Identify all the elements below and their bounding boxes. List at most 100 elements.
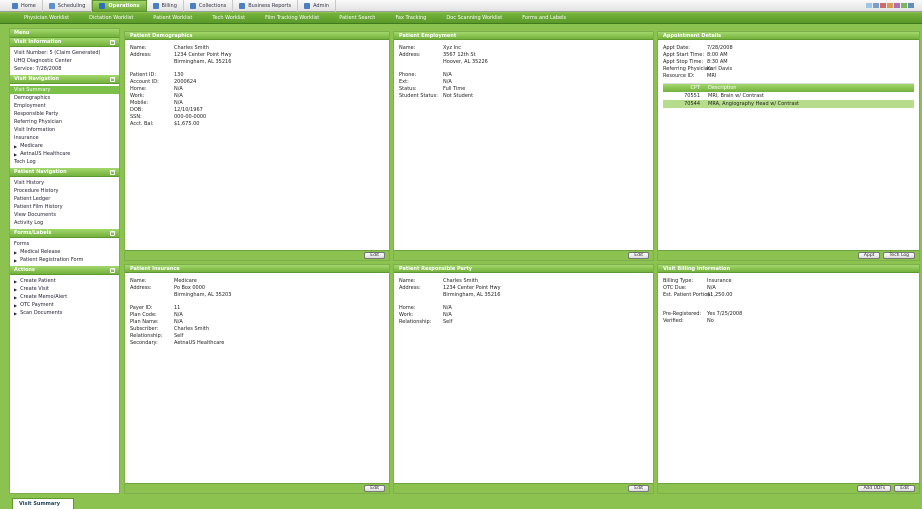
tab-home[interactable]: Home: [6, 0, 43, 12]
sidebar-item-visit-information[interactable]: Visit Information: [14, 126, 115, 134]
tab-visit-summary[interactable]: Visit Summary: [12, 498, 74, 509]
sidebar-item-insurance[interactable]: Insurance: [14, 134, 115, 142]
arrow-icon: ▶: [14, 278, 18, 284]
field-label: Work:: [130, 92, 145, 99]
action-otc-payment[interactable]: ▶ OTC Payment: [14, 301, 115, 309]
swatch[interactable]: [908, 3, 914, 8]
patient-nav-header[interactable]: Patient Navigation ^: [10, 168, 119, 177]
action-create-visit[interactable]: ▶ Create Visit: [14, 285, 115, 293]
swatch[interactable]: [894, 3, 900, 8]
cpt-row[interactable]: 70544 MRA, Angiography Head w/ Contrast: [663, 100, 914, 108]
action-scan-documents[interactable]: ▶ Scan Documents: [14, 309, 115, 317]
subnav-item-film-tracking-worklist[interactable]: Film Tracking Worklist: [265, 15, 319, 21]
swatch[interactable]: [880, 3, 886, 8]
edit-button[interactable]: Edit: [894, 485, 915, 492]
field-row: Appt Date: 7/28/2008: [663, 44, 914, 51]
sidebar-item-view-documents[interactable]: View Documents: [14, 211, 115, 219]
field-label: Appt Stop Time:: [663, 58, 704, 65]
sidebar-item-patient-film-history[interactable]: Patient Film History: [14, 203, 115, 211]
sidebar-item-label: Patient Registration Form: [20, 257, 84, 263]
sidebar-item-label: Referring Physician: [14, 119, 63, 125]
swatch[interactable]: [901, 3, 907, 8]
tab-admin[interactable]: Admin: [298, 0, 336, 12]
tab-billing[interactable]: Billing: [147, 0, 184, 12]
field-row: Referring Physician: Karl Davis: [663, 65, 914, 72]
tab-scheduling[interactable]: Scheduling: [43, 0, 93, 12]
sidebar-menu-header[interactable]: Menu: [10, 29, 119, 38]
subnav-item-patient-search[interactable]: Patient Search: [339, 15, 375, 21]
field-label: Referring Physician:: [663, 65, 713, 72]
forms-header[interactable]: Forms/Labels ^: [10, 229, 119, 238]
sidebar-item-visit-history[interactable]: Visit History: [14, 179, 115, 187]
add-udfs-button[interactable]: Add UDFs: [857, 485, 892, 492]
field-label: OTC Due:: [663, 284, 687, 291]
field-row: Resource ID: MRI: [663, 72, 914, 79]
edit-button[interactable]: Edit: [364, 485, 385, 492]
sidebar-item-patient-ledger[interactable]: Patient Ledger: [14, 195, 115, 203]
expand-arrow-icon[interactable]: ▶: [14, 152, 17, 157]
swatch[interactable]: [873, 3, 879, 8]
subnav-item-tech-worklist[interactable]: Tech Worklist: [212, 15, 245, 21]
field-value: N/A: [174, 92, 183, 99]
tab-business-reports[interactable]: Business Reports: [233, 0, 299, 12]
field-label: Billing Type:: [663, 277, 694, 284]
field-row: Work: N/A: [130, 92, 384, 99]
field-value: N/A: [174, 99, 183, 106]
expand-arrow-icon[interactable]: ▶: [14, 258, 17, 263]
field-row: Home: N/A: [130, 85, 384, 92]
sidebar-item-procedure-history[interactable]: Procedure History: [14, 187, 115, 195]
action-create-patient[interactable]: ▶ Create Patient: [14, 277, 115, 285]
subnav-item-dictation-worklist[interactable]: Dictation Worklist: [89, 15, 133, 21]
sidebar-item-visit-summary[interactable]: Visit Summary: [10, 86, 119, 94]
subnav-item-physician-worklist[interactable]: Physician Worklist: [24, 15, 69, 21]
edit-button[interactable]: Edit: [628, 485, 649, 492]
sidebar-item-medicare[interactable]: ▶ Medicare: [14, 142, 115, 150]
subnav-item-forms-and-labels[interactable]: Forms and Labels: [522, 15, 566, 21]
field-value: 1234 Center Point Hwy: [443, 284, 501, 291]
edit-button[interactable]: Edit: [364, 252, 385, 259]
sidebar: Menu Visit Information ^ Visit Number: 5 …: [9, 28, 120, 494]
billing-icon: [152, 3, 159, 9]
subnav-item-doc-scanning-worklist[interactable]: Doc Scanning Worklist: [446, 15, 502, 21]
sidebar-item-forms[interactable]: Forms: [14, 240, 115, 248]
sidebar-item-employment[interactable]: Employment: [14, 102, 115, 110]
field-value: Birmingham, AL 35216: [174, 58, 232, 65]
edit-button[interactable]: Edit: [628, 252, 649, 259]
swatch[interactable]: [887, 3, 893, 8]
swatch[interactable]: [866, 3, 872, 8]
field-row: OTC Due: N/A: [663, 284, 914, 291]
forms-section: Forms ▶ Medical Release ▶ Patient Registrati…: [10, 238, 119, 266]
collapse-icon[interactable]: ^: [110, 267, 115, 273]
cpt-row[interactable]: 70551 MRI, Brain w/ Contrast: [663, 92, 914, 100]
appt-button[interactable]: Appt: [857, 252, 881, 259]
field-label: Verified:: [663, 317, 684, 324]
action-create-memo/alert[interactable]: ▶ Create Memo/Alert: [14, 293, 115, 301]
sidebar-item-patient-registration-form[interactable]: ▶ Patient Registration Form: [14, 256, 115, 264]
sidebar-item-referring-physician[interactable]: Referring Physician: [14, 118, 115, 126]
collapse-icon[interactable]: ^: [110, 230, 115, 236]
collapse-icon[interactable]: ^: [110, 169, 115, 175]
collapse-icon[interactable]: ^: [110, 39, 115, 45]
expand-arrow-icon[interactable]: ▶: [14, 250, 17, 255]
tech-log-button[interactable]: Tech Log: [883, 252, 915, 259]
visit-info-header[interactable]: Visit Information ^: [10, 38, 119, 47]
field-label: Address:: [399, 284, 421, 291]
sidebar-item-medical-release[interactable]: ▶ Medical Release: [14, 248, 115, 256]
field-label: SSN:: [130, 113, 142, 120]
expand-arrow-icon[interactable]: ▶: [14, 144, 17, 149]
theme-swatches[interactable]: [866, 3, 914, 8]
field-row: Plan Code: N/A: [130, 311, 384, 318]
subnav-item-patient-worklist[interactable]: Patient Worklist: [153, 15, 192, 21]
actions-header[interactable]: Actions ^: [10, 266, 119, 275]
subnav-item-fax-tracking[interactable]: Fax Tracking: [395, 15, 426, 21]
sidebar-item-responsible-party[interactable]: Responsible Party: [14, 110, 115, 118]
tab-operations[interactable]: Operations: [92, 0, 147, 12]
sidebar-item-demographics[interactable]: Demographics: [14, 94, 115, 102]
sidebar-item-activity-log[interactable]: Activity Log: [14, 219, 115, 227]
visit-nav-header[interactable]: Visit Navigation ^: [10, 75, 119, 84]
sidebar-item-aetnaus-healthcare[interactable]: ▶ AetnaUS Healthcare: [14, 150, 115, 158]
sidebar-item-tech-log[interactable]: Tech Log: [14, 158, 115, 166]
collapse-icon[interactable]: ^: [110, 76, 115, 82]
tab-collections[interactable]: Collections: [184, 0, 234, 12]
field-row: Name: Xyz Inc: [399, 44, 648, 51]
